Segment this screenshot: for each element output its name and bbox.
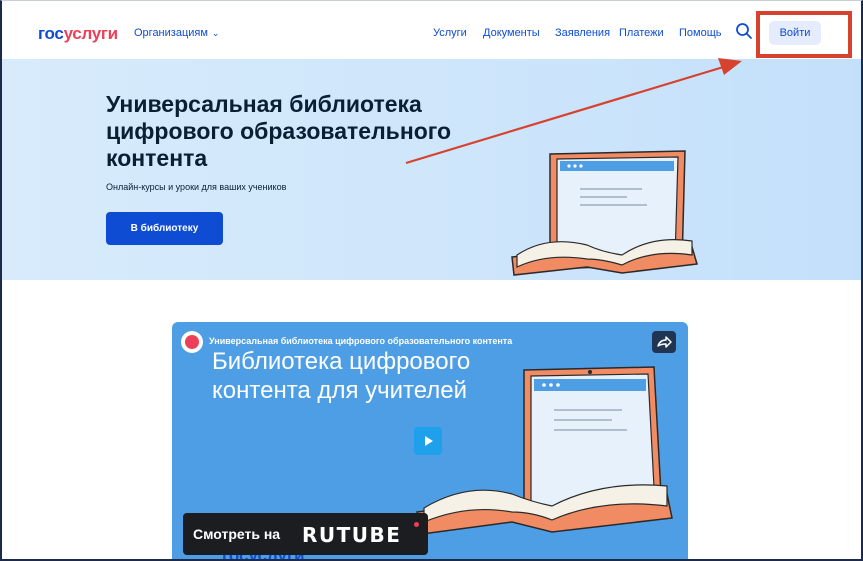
nav-payments[interactable]: Платежи	[619, 27, 664, 39]
organizations-dropdown[interactable]: Организациям ⌄	[134, 27, 219, 39]
nav-applications[interactable]: Заявления	[555, 27, 610, 39]
nav-documents[interactable]: Документы	[483, 27, 540, 39]
library-button[interactable]: В библиотеку	[106, 212, 223, 245]
logo-part-uslugi: услуги	[63, 24, 119, 43]
login-highlight-box	[756, 11, 852, 58]
organizations-label: Организациям	[134, 27, 208, 39]
hero-title: Универсальная библиотека цифрового образ…	[106, 91, 452, 171]
nav-help[interactable]: Помощь	[679, 27, 722, 39]
page-frame: госуслуги Организациям ⌄ Услуги Документы…	[0, 0, 863, 561]
top-header: госуслуги Организациям ⌄ Услуги Документы…	[2, 1, 861, 59]
watch-on-label: Смотреть на	[193, 526, 281, 542]
watch-on-rutube-button[interactable]: Смотреть на RUTUBE	[183, 513, 428, 555]
rutube-logo-dot	[414, 522, 419, 527]
logo-part-gos: гос	[38, 24, 64, 43]
chevron-down-icon: ⌄	[211, 28, 220, 38]
hero-subtitle: Онлайн-курсы и уроки для ваших учеников	[106, 182, 287, 192]
rutube-logo: RUTUBE	[302, 523, 402, 547]
gosuslugi-logo[interactable]: госуслуги	[38, 24, 118, 44]
nav-services[interactable]: Услуги	[433, 27, 467, 39]
search-icon[interactable]	[735, 22, 753, 40]
